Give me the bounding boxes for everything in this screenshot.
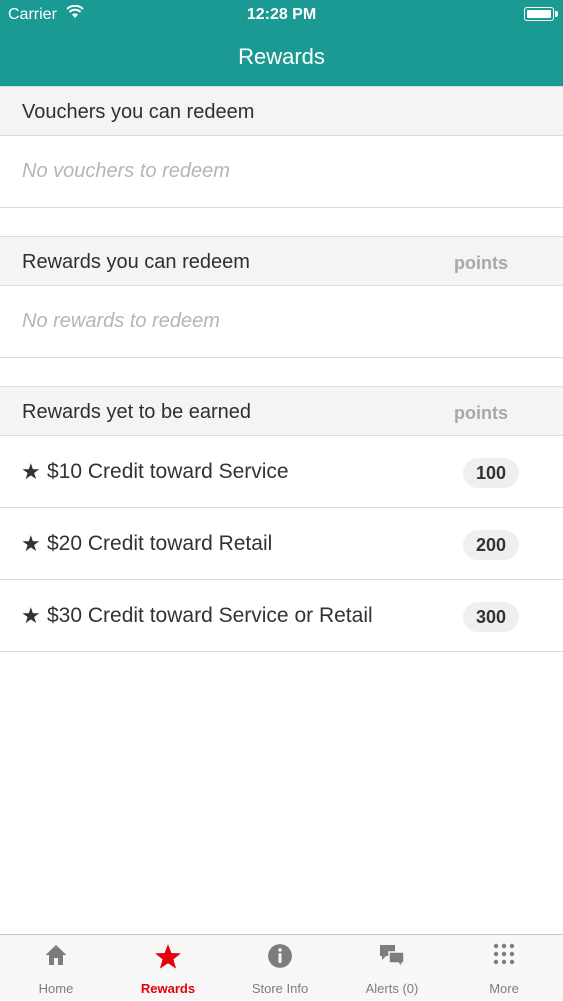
tab-store-info-label: Store Info [251,981,309,996]
star-icon [112,943,224,971]
reward-row[interactable]: ★ $10 Credit toward Service 100 [0,436,563,508]
vouchers-section-title: Vouchers you can redeem [22,101,255,123]
reward-row[interactable]: ★ $30 Credit toward Service or Retail 30… [0,580,563,652]
to-earn-section-header: Rewards yet to be earned points [0,386,563,436]
redeemable-points-label: points [454,253,508,273]
points-badge: 200 [463,530,519,560]
star-icon: ★ [21,603,41,628]
tab-bar: Home Rewards Store Info Alerts (0) More [0,934,563,1000]
clock: 12:28 PM [246,6,317,23]
tab-alerts[interactable]: Alerts (0) [336,935,448,1001]
tab-home-label: Home [38,981,74,996]
reward-label: $30 Credit toward Service or Retail [47,604,373,627]
reward-row[interactable]: ★ $20 Credit toward Retail 200 [0,508,563,580]
star-icon: ★ [21,531,41,556]
vouchers-empty-text: No vouchers to redeem [22,160,230,182]
vouchers-section-header: Vouchers you can redeem [0,86,563,136]
redeemable-empty-row: No rewards to redeem [0,286,563,358]
reward-label: $10 Credit toward Service [47,460,289,483]
to-earn-section-title: Rewards yet to be earned [22,401,252,423]
points-badge: 300 [463,602,519,632]
navigation-bar: Carrier 12:28 PM Rewards [0,0,563,86]
tab-alerts-label: Alerts (0) [365,981,419,996]
battery-icon [524,7,558,21]
redeemable-section-title: Rewards you can redeem [22,251,250,273]
info-icon [224,943,336,971]
chat-bubbles-icon [336,943,448,971]
star-icon: ★ [21,459,41,484]
status-bar: Carrier 12:28 PM [0,0,563,30]
tab-home[interactable]: Home [0,935,112,1001]
tab-store-info[interactable]: Store Info [224,935,336,1001]
reward-label: $20 Credit toward Retail [47,532,273,555]
tab-more-label: More [489,981,519,996]
redeemable-empty-text: No rewards to redeem [22,310,220,332]
to-earn-points-label: points [454,403,508,423]
points-badge: 100 [463,458,519,488]
redeemable-section-header: Rewards you can redeem points [0,236,563,286]
tab-rewards-label: Rewards [140,981,196,996]
tab-rewards[interactable]: Rewards [112,935,224,1001]
home-icon [0,943,112,971]
grid-dots-icon [448,943,560,971]
vouchers-empty-row: No vouchers to redeem [0,136,563,208]
tab-more[interactable]: More [448,935,560,1001]
page-title: Rewards [238,44,325,69]
